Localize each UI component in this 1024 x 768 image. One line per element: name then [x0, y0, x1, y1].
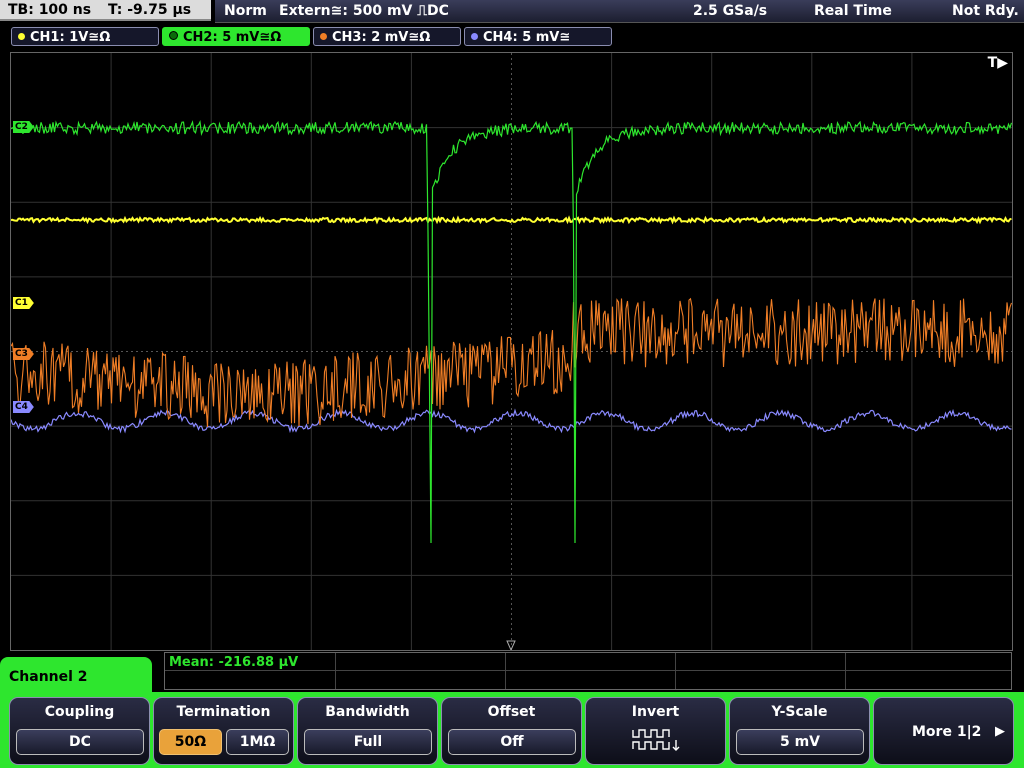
offset-softkey[interactable]: Offset Off	[441, 697, 582, 765]
waveform-canvas	[11, 53, 1012, 650]
termination-1mohm-option[interactable]: 1MΩ	[226, 729, 289, 755]
measurement-divider	[165, 670, 1011, 671]
ch1-color-icon	[18, 33, 25, 40]
ch4-label: CH4: 5 mV≅	[483, 30, 571, 45]
measurement-mean: Mean: -216.88 µV	[169, 655, 299, 670]
tab-ch1[interactable]: CH1: 1V≅Ω	[11, 27, 159, 46]
ch2-label: CH2: 5 mV≅Ω	[183, 30, 282, 45]
measurement-divider	[845, 653, 846, 689]
ch3-label: CH3: 2 mV≅Ω	[332, 30, 431, 45]
channel-tab-bar: CH1: 1V≅Ω CH2: 5 mV≅Ω CH3: 2 mV≅Ω CH4: 5…	[0, 24, 1024, 48]
trigger-marker-icon: T▶	[987, 55, 1008, 71]
top-status-bar: TB: 100 ns T: -9.75 µs Norm Extern≅: 500…	[0, 0, 1024, 24]
offset-title: Offset	[487, 704, 536, 720]
trigger-status-strip[interactable]: Norm Extern≅: 500 mV ⎍DC 2.5 GSa/s Real …	[215, 0, 1024, 23]
bandwidth-value[interactable]: Full	[304, 729, 432, 755]
bandwidth-softkey[interactable]: Bandwidth Full	[297, 697, 438, 765]
acquisition-mode: Real Time	[814, 3, 892, 19]
termination-title: Termination	[176, 704, 271, 720]
invert-title: Invert	[631, 704, 680, 720]
trigger-mode: Norm	[224, 3, 267, 19]
ch4-color-icon	[471, 33, 478, 40]
trigger-marker-label: T	[987, 55, 998, 71]
ch1-label: CH1: 1V≅Ω	[30, 30, 111, 45]
measurement-divider	[335, 653, 336, 689]
ch3-color-icon	[320, 33, 327, 40]
yscale-softkey[interactable]: Y-Scale 5 mV	[729, 697, 870, 765]
tab-ch4[interactable]: CH4: 5 mV≅	[464, 27, 612, 46]
termination-softkey[interactable]: Termination 50Ω 1MΩ	[153, 697, 294, 765]
yscale-value[interactable]: 5 mV	[736, 729, 864, 755]
measurement-bar[interactable]: Mean: -216.88 µV	[164, 652, 1012, 690]
invert-waveform-icon	[586, 728, 725, 756]
coupling-title: Coupling	[44, 704, 115, 720]
acquisition-status: Not Rdy.	[952, 3, 1019, 19]
measurement-divider	[505, 653, 506, 689]
invert-softkey[interactable]: Invert	[585, 697, 726, 765]
trigger-source: Extern≅: 500 mV ⎍DC	[279, 3, 449, 19]
more-softkey[interactable]: More 1|2 ▶	[873, 697, 1014, 765]
ch2-color-icon	[169, 31, 178, 40]
waveform-display[interactable]: T▶ C2 C1 C3 C4	[10, 52, 1013, 651]
trigger-time-value: T: -9.75 µs	[107, 2, 192, 18]
coupling-softkey[interactable]: Coupling DC	[9, 697, 150, 765]
ch3-waveform	[11, 297, 1012, 428]
sample-rate: 2.5 GSa/s	[693, 3, 768, 19]
coupling-value[interactable]: DC	[16, 729, 144, 755]
offset-value[interactable]: Off	[448, 729, 576, 755]
measurement-divider	[675, 653, 676, 689]
tab-ch3[interactable]: CH3: 2 mV≅Ω	[313, 27, 461, 46]
bandwidth-title: Bandwidth	[325, 704, 410, 720]
termination-50ohm-option[interactable]: 50Ω	[159, 729, 222, 755]
yscale-title: Y-Scale	[771, 704, 828, 720]
timebase-value: TB: 100 ns	[8, 2, 92, 18]
tab-ch2[interactable]: CH2: 5 mV≅Ω	[162, 27, 310, 46]
more-label: More 1|2	[912, 724, 982, 740]
timebase-box[interactable]: TB: 100 ns T: -9.75 µs	[0, 0, 211, 21]
next-page-icon: ▶	[995, 724, 1005, 739]
